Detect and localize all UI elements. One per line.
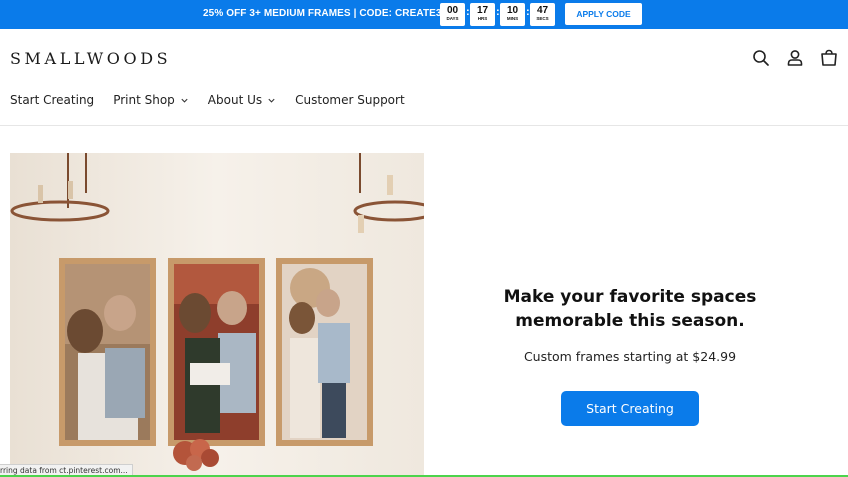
hero-headline: Make your favorite spaces memorable this…	[440, 285, 820, 333]
cart-icon[interactable]	[819, 48, 839, 68]
nav-start-creating[interactable]: Start Creating	[10, 93, 94, 107]
main-nav: Start Creating Print Shop About Us Custo…	[10, 92, 424, 108]
countdown-seconds-value: 47	[536, 5, 549, 16]
countdown-minutes-value: 10	[506, 5, 519, 16]
start-creating-button[interactable]: Start Creating	[561, 391, 699, 426]
site-logo[interactable]: SMALLWOODS	[10, 49, 171, 68]
countdown-hours-label: HRS	[477, 16, 488, 21]
header-divider	[0, 125, 848, 126]
countdown-minutes-label: MINS	[506, 16, 519, 21]
countdown-days-label: DAYS	[446, 16, 459, 21]
nav-item-label: Customer Support	[295, 93, 405, 107]
countdown-minutes: 10 MINS	[500, 3, 525, 26]
countdown-hours-value: 17	[476, 5, 489, 16]
countdown-seconds-label: SECS	[536, 16, 549, 21]
nav-item-label: About Us	[207, 93, 263, 107]
nav-print-shop[interactable]: Print Shop	[113, 93, 189, 107]
nav-item-label: Start Creating	[10, 93, 95, 107]
promo-banner: 25% OFF 3+ MEDIUM FRAMES | CODE: CREATE3…	[0, 0, 848, 29]
chevron-down-icon	[268, 98, 275, 103]
hero-image	[10, 153, 424, 477]
nav-about-us[interactable]: About Us	[208, 93, 276, 107]
hero-headline-line1: Make your favorite spaces	[503, 287, 757, 307]
countdown-seconds: 47 SECS	[530, 3, 555, 26]
countdown-days: 00 DAYS	[440, 3, 465, 26]
promo-text: 25% OFF 3+ MEDIUM FRAMES | CODE: CREATE3	[203, 8, 442, 19]
chevron-down-icon	[181, 98, 188, 103]
account-icon[interactable]	[785, 48, 805, 68]
search-icon[interactable]	[751, 48, 771, 68]
nav-item-label: Print Shop	[113, 93, 175, 107]
hero-headline-line2: memorable this season.	[515, 311, 745, 331]
nav-customer-support[interactable]: Customer Support	[295, 93, 405, 107]
hero-subline: Custom frames starting at $24.99	[523, 349, 737, 364]
apply-code-button[interactable]: APPLY CODE	[565, 3, 642, 25]
countdown-hours: 17 HRS	[470, 3, 495, 26]
countdown-days-value: 00	[446, 5, 459, 16]
